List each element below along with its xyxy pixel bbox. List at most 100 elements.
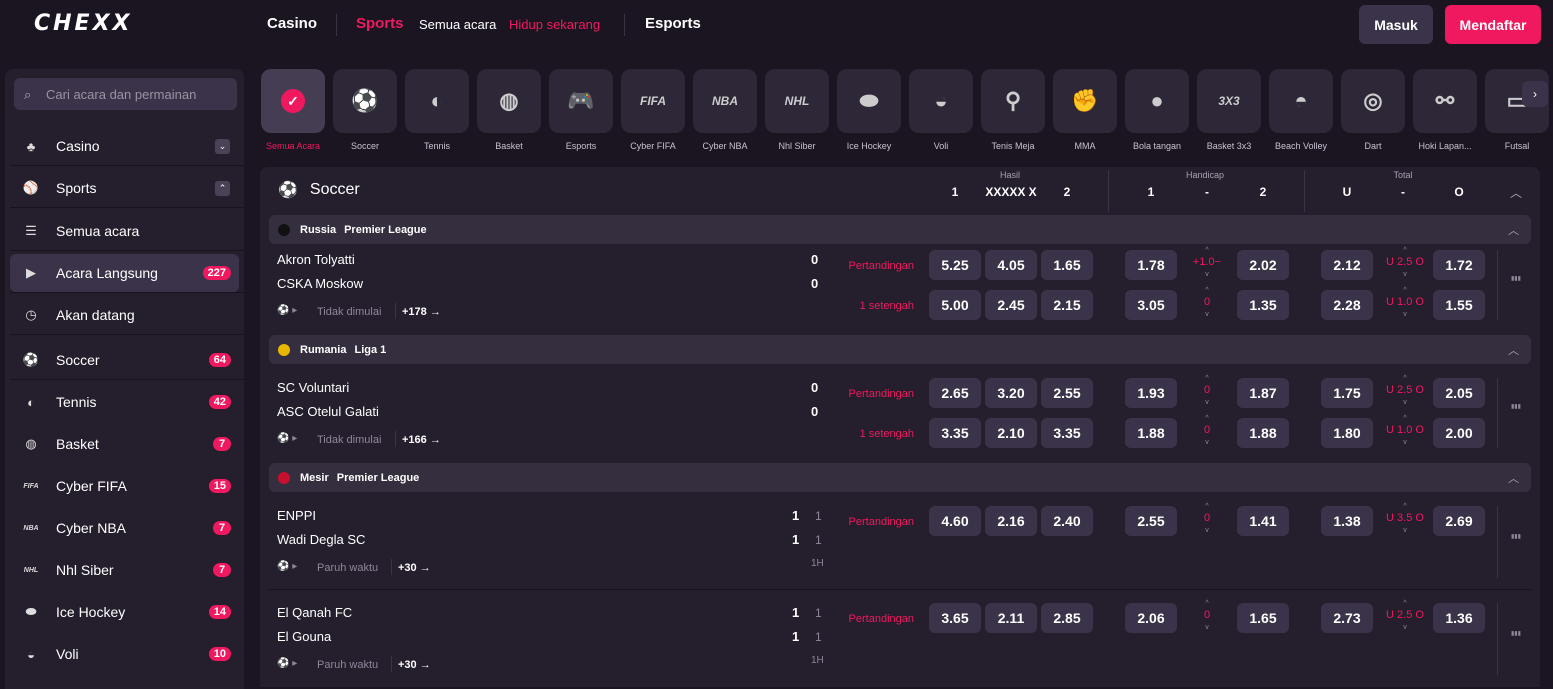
odds-button[interactable]: 1.38 (1321, 506, 1373, 536)
odds-button[interactable]: 3.05 (1125, 290, 1177, 320)
sidebar-item-soccer[interactable]: ⚽ Soccer 64 (10, 341, 239, 379)
odds-button[interactable]: 4.05 (985, 250, 1037, 280)
chevron-up-icon[interactable]: ^ (1377, 600, 1433, 607)
stats-icon[interactable]: ▮▮▮ (1511, 533, 1521, 540)
odds-button[interactable]: 1.78 (1125, 250, 1177, 280)
sidebar-item-voli[interactable]: ◒ Voli 10 (10, 635, 239, 673)
odds-button[interactable]: 2.12 (1321, 250, 1373, 280)
odds-button[interactable]: 2.06 (1125, 603, 1177, 633)
odds-button[interactable]: 1.35 (1237, 290, 1289, 320)
odds-button[interactable]: 2.69 (1433, 506, 1485, 536)
sidebar-item-ice-hockey[interactable]: ⬬ Ice Hockey 14 (10, 593, 239, 631)
odds-button[interactable]: 2.11 (985, 603, 1037, 633)
odds-button[interactable]: 2.05 (1433, 378, 1485, 408)
nav-sports[interactable]: Sports (356, 15, 404, 32)
chevron-up-icon[interactable]: ︿ (1508, 470, 1519, 486)
odds-button[interactable]: 1.88 (1237, 418, 1289, 448)
chevron-up-icon[interactable]: ︿ (1508, 342, 1519, 358)
category-voli[interactable]: ◒ Voli (909, 69, 973, 151)
more-markets-link[interactable]: +178 → (402, 306, 441, 318)
odds-button[interactable]: 1.36 (1433, 603, 1485, 633)
chevron-down-icon[interactable]: v (1182, 439, 1232, 446)
chevron-up-icon[interactable]: ⌃ (215, 181, 230, 196)
odds-button[interactable]: 1.55 (1433, 290, 1485, 320)
odds-button[interactable]: 1.75 (1321, 378, 1373, 408)
more-markets-link[interactable]: +30 → (398, 562, 431, 574)
chevron-up-icon[interactable]: ^ (1377, 375, 1433, 382)
odds-button[interactable]: 2.15 (1041, 290, 1093, 320)
search-input[interactable]: ⌕ Cari acara dan permainan (14, 78, 237, 110)
odds-button[interactable]: 1.41 (1237, 506, 1289, 536)
register-button[interactable]: Mendaftar (1445, 5, 1541, 44)
sidebar-item-nhl-siber[interactable]: NHL Nhl Siber 7 (10, 551, 239, 589)
nav-casino[interactable]: Casino (267, 15, 317, 32)
sidebar-item-casino[interactable]: ♣ Casino ⌄ (10, 127, 239, 165)
category-ice-hockey[interactable]: ⬬ Ice Hockey (837, 69, 901, 151)
category-nhl-siber[interactable]: NHL Nhl Siber (765, 69, 829, 151)
stats-icon[interactable]: ▮▮▮ (1511, 630, 1521, 637)
nav-esports[interactable]: Esports (645, 15, 701, 32)
category-hoki-lapan-[interactable]: ⚯ Hoki Lapan... (1413, 69, 1477, 151)
odds-button[interactable]: 2.65 (929, 378, 981, 408)
sidebar-item-tennis[interactable]: ◐ Tennis 42 (10, 383, 239, 421)
chevron-up-icon[interactable]: ^ (1377, 287, 1433, 294)
chevron-up-icon[interactable]: ^ (1377, 503, 1433, 510)
sidebar-item-sports[interactable]: ⚾ Sports ⌃ (10, 169, 239, 207)
odds-button[interactable]: 5.00 (929, 290, 981, 320)
nav-all-events[interactable]: Semua acara (419, 17, 496, 32)
odds-button[interactable]: 1.65 (1041, 250, 1093, 280)
stats-icon[interactable]: ▮▮▮ (1511, 403, 1521, 410)
category-basket[interactable]: ◍ Basket (477, 69, 541, 151)
chevron-down-icon[interactable]: ⌄ (215, 139, 230, 154)
odds-button[interactable]: 2.45 (985, 290, 1037, 320)
chevron-down-icon[interactable]: v (1377, 311, 1433, 318)
category-basket-3x3[interactable]: 3X3 Basket 3x3 (1197, 69, 1261, 151)
odds-button[interactable]: 3.20 (985, 378, 1037, 408)
category-soccer[interactable]: ⚽ Soccer (333, 69, 397, 151)
chevron-up-icon[interactable]: ︿ (1510, 184, 1522, 201)
category-cyber-fifa[interactable]: FIFA Cyber FIFA (621, 69, 685, 151)
chevron-up-icon[interactable]: ^ (1182, 287, 1232, 294)
more-markets-link[interactable]: +30 → (398, 659, 431, 671)
odds-button[interactable]: 1.93 (1125, 378, 1177, 408)
login-button[interactable]: Masuk (1359, 5, 1433, 44)
sidebar-item-basket[interactable]: ◍ Basket 7 (10, 425, 239, 463)
odds-button[interactable]: 3.35 (929, 418, 981, 448)
odds-button[interactable]: 1.65 (1237, 603, 1289, 633)
odds-button[interactable]: 2.28 (1321, 290, 1373, 320)
odds-button[interactable]: 2.16 (985, 506, 1037, 536)
odds-button[interactable]: 2.02 (1237, 250, 1289, 280)
category-tenis-meja[interactable]: ⚲ Tenis Meja (981, 69, 1045, 151)
odds-button[interactable]: 5.25 (929, 250, 981, 280)
nav-live-now[interactable]: Hidup sekarang (509, 17, 600, 32)
odds-button[interactable]: 4.60 (929, 506, 981, 536)
league-header[interactable]: Rumania Liga 1 ︿ (269, 335, 1531, 364)
category-cyber-nba[interactable]: NBA Cyber NBA (693, 69, 757, 151)
category-esports[interactable]: 🎮 Esports (549, 69, 613, 151)
category-dart[interactable]: ◎ Dart (1341, 69, 1405, 151)
league-header[interactable]: Mesir Premier League ︿ (269, 463, 1531, 492)
category-semua-acara[interactable]: ✓ Semua Acara (261, 69, 325, 151)
odds-button[interactable]: 2.85 (1041, 603, 1093, 633)
chevron-down-icon[interactable]: v (1182, 271, 1232, 278)
chevron-down-icon[interactable]: v (1377, 439, 1433, 446)
chevron-up-icon[interactable]: ^ (1377, 415, 1433, 422)
sidebar-item-semua-acara[interactable]: ☰ Semua acara (10, 212, 239, 250)
chevron-down-icon[interactable]: v (1182, 311, 1232, 318)
chevron-up-icon[interactable]: ^ (1377, 247, 1433, 254)
chevron-up-icon[interactable]: ^ (1182, 375, 1232, 382)
chevron-down-icon[interactable]: v (1377, 624, 1433, 631)
odds-button[interactable]: 2.40 (1041, 506, 1093, 536)
chevron-up-icon[interactable]: ︿ (1508, 222, 1519, 238)
category-tennis[interactable]: ◐ Tennis (405, 69, 469, 151)
odds-button[interactable]: 2.10 (985, 418, 1037, 448)
sidebar-item-akan-datang[interactable]: ◷ Akan datang (10, 296, 239, 334)
chevron-down-icon[interactable]: v (1377, 271, 1433, 278)
category-bola-tangan[interactable]: ● Bola tangan (1125, 69, 1189, 151)
stats-icon[interactable]: ▮▮▮ (1511, 275, 1521, 282)
chevron-down-icon[interactable]: v (1377, 399, 1433, 406)
chevron-down-icon[interactable]: v (1377, 527, 1433, 534)
chevron-up-icon[interactable]: ^ (1182, 247, 1232, 254)
odds-button[interactable]: 2.00 (1433, 418, 1485, 448)
chevron-up-icon[interactable]: ^ (1182, 503, 1232, 510)
